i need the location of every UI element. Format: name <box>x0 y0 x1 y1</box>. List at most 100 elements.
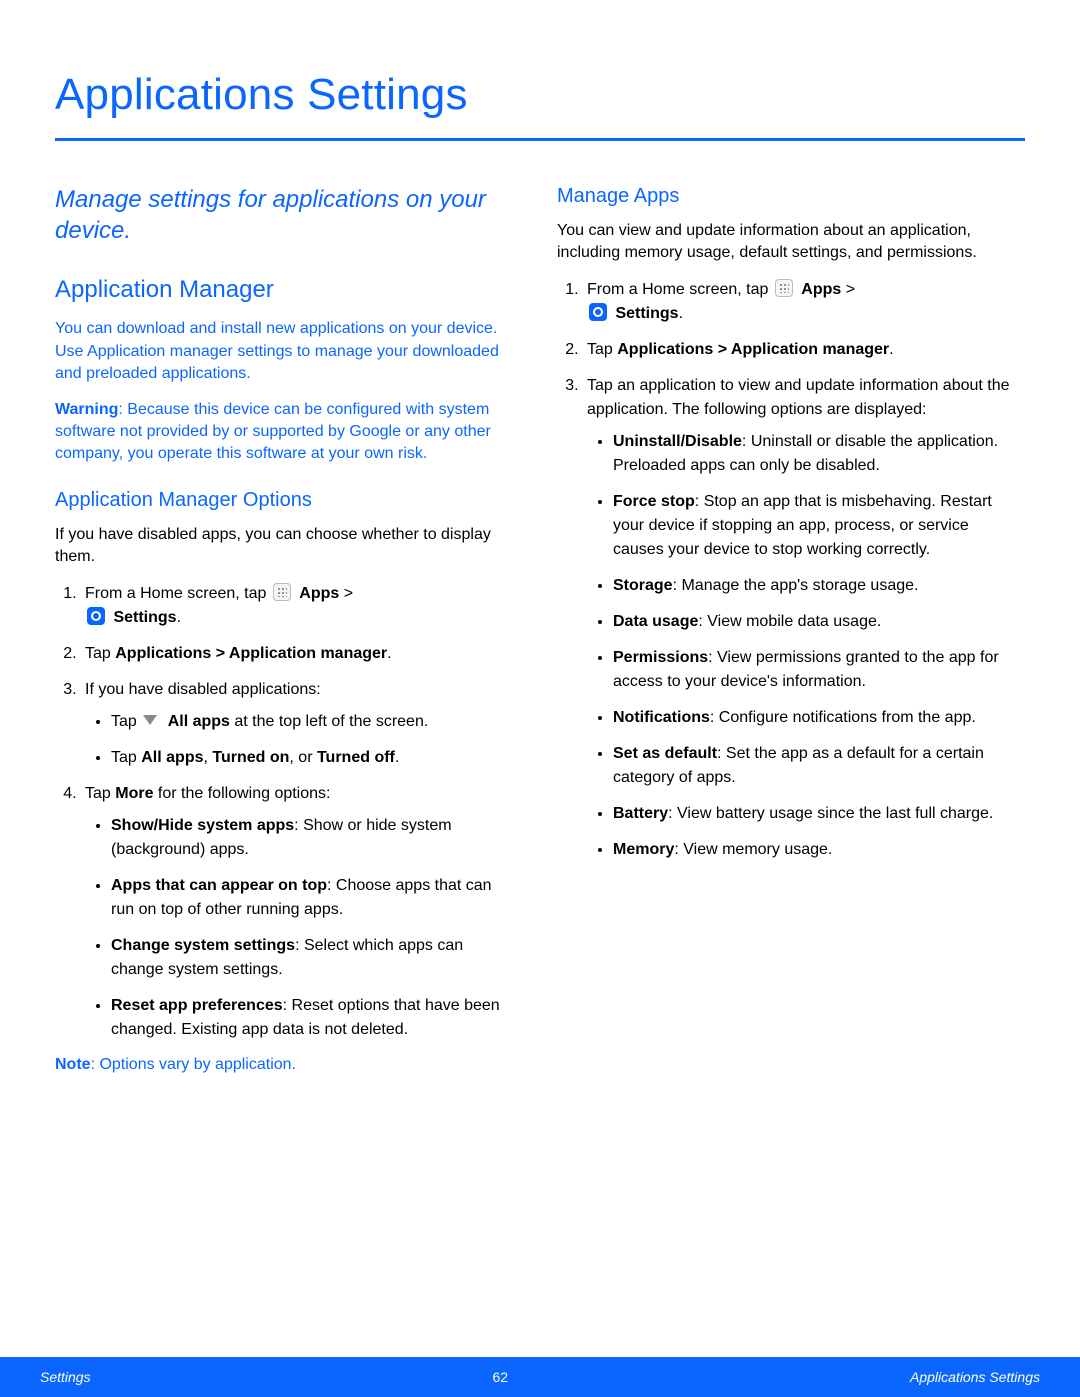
step1-text-a: From a Home screen, tap <box>85 585 271 602</box>
opt-storage: Storage: Manage the app's storage usage. <box>613 574 1017 598</box>
footer-left: Settings <box>40 1369 91 1385</box>
mo-change: Change system settings: Select which app… <box>111 934 515 982</box>
section-app-manager: Application Manager <box>55 276 515 304</box>
warning-label: Warning <box>55 401 118 418</box>
r-step-1: From a Home screen, tap Apps > Settings. <box>583 278 1017 326</box>
o6a: Notifications <box>613 709 710 726</box>
r-gt: > <box>841 281 855 298</box>
bullet-turned: Tap All apps, Turned on, or Turned off. <box>111 746 515 770</box>
b2d: Turned on <box>212 749 289 766</box>
o2a: Force stop <box>613 493 695 510</box>
warning-text: : Because this device can be configured … <box>55 401 491 462</box>
o3b: : Manage the app's storage usage. <box>673 577 919 594</box>
opt-battery: Battery: View battery usage since the la… <box>613 802 1017 826</box>
content-columns: Manage settings for applications on your… <box>55 185 1025 1074</box>
r-step-3: Tap an application to view and update in… <box>583 374 1017 862</box>
dropdown-icon <box>143 715 159 727</box>
step3-text: If you have disabled applications: <box>85 681 321 698</box>
r1a: From a Home screen, tap <box>587 281 773 298</box>
opt-notifications: Notifications: Configure notifications f… <box>613 706 1017 730</box>
step-3: If you have disabled applications: Tap A… <box>81 678 515 770</box>
opt-uninstall: Uninstall/Disable: Uninstall or disable … <box>613 430 1017 478</box>
page-title: Applications Settings <box>55 70 1025 138</box>
settings-label: Settings <box>113 609 176 626</box>
subsection-options: Application Manager Options <box>55 489 515 512</box>
step-4: Tap More for the following options: Show… <box>81 782 515 1042</box>
intro-text: Manage settings for applications on your… <box>55 185 515 246</box>
opt-memory: Memory: View memory usage. <box>613 838 1017 862</box>
step3-bullets: Tap All apps at the top left of the scre… <box>85 710 515 770</box>
settings-icon <box>87 607 105 625</box>
apps-label: Apps <box>299 585 339 602</box>
note-line: Note: Options vary by application. <box>55 1056 515 1074</box>
opt-permissions: Permissions: View permissions granted to… <box>613 646 1017 694</box>
s4b: More <box>115 785 153 802</box>
mo-ontop: Apps that can appear on top: Choose apps… <box>111 874 515 922</box>
app-manager-desc: You can download and install new applica… <box>55 318 515 384</box>
period2: . <box>387 645 391 662</box>
options-steps: From a Home screen, tap Apps > Settings.… <box>55 582 515 1042</box>
b1a: Tap <box>111 713 141 730</box>
b2b: All apps <box>141 749 203 766</box>
m2a: Apps that can appear on top <box>111 877 327 894</box>
gt: > <box>339 585 353 602</box>
period: . <box>177 609 181 626</box>
r-apps: Apps <box>801 281 841 298</box>
o9b: : View memory usage. <box>674 841 832 858</box>
o8b: : View battery usage since the last full… <box>668 805 993 822</box>
m4a: Reset app preferences <box>111 997 283 1014</box>
b2f: Turned off <box>317 749 395 766</box>
r2b: Applications > Application manager <box>617 341 889 358</box>
app-options-bullets: Uninstall/Disable: Uninstall or disable … <box>587 430 1017 862</box>
page-footer: Settings 62 Applications Settings <box>0 1357 1080 1397</box>
o5a: Permissions <box>613 649 708 666</box>
b2e: , or <box>289 749 317 766</box>
o8a: Battery <box>613 805 668 822</box>
mo-showhide: Show/Hide system apps: Show or hide syst… <box>111 814 515 862</box>
opt-default: Set as default: Set the app as a default… <box>613 742 1017 790</box>
more-options-bullets: Show/Hide system apps: Show or hide syst… <box>85 814 515 1042</box>
step2a: Tap <box>85 645 115 662</box>
opt-data: Data usage: View mobile data usage. <box>613 610 1017 634</box>
o4a: Data usage <box>613 613 698 630</box>
subsection-manage-apps: Manage Apps <box>557 185 1017 208</box>
note-label: Note <box>55 1056 91 1073</box>
b1c: at the top left of the screen. <box>230 713 428 730</box>
left-column: Manage settings for applications on your… <box>55 185 515 1074</box>
options-desc: If you have disabled apps, you can choos… <box>55 524 515 568</box>
b1b: All apps <box>168 713 230 730</box>
o4b: : View mobile data usage. <box>698 613 881 630</box>
warning-paragraph: Warning: Because this device can be conf… <box>55 399 515 465</box>
note-text: : Options vary by application. <box>91 1056 296 1073</box>
b2p: . <box>395 749 399 766</box>
step2b: Applications > Application manager <box>115 645 387 662</box>
o3a: Storage <box>613 577 673 594</box>
opt-forcestop: Force stop: Stop an app that is misbehav… <box>613 490 1017 562</box>
r3text: Tap an application to view and update in… <box>587 377 1010 418</box>
o7a: Set as default <box>613 745 717 762</box>
step-2: Tap Applications > Application manager. <box>81 642 515 666</box>
right-column: Manage Apps You can view and update info… <box>557 185 1017 1074</box>
footer-page-number: 62 <box>493 1369 509 1385</box>
r-period: . <box>679 305 683 322</box>
apps-icon <box>775 279 793 297</box>
r-step-2: Tap Applications > Application manager. <box>583 338 1017 362</box>
footer-right: Applications Settings <box>910 1369 1040 1385</box>
s4c: for the following options: <box>153 785 330 802</box>
step-1: From a Home screen, tap Apps > Settings. <box>81 582 515 630</box>
document-page: Applications Settings Manage settings fo… <box>0 0 1080 1397</box>
mo-reset: Reset app preferences: Reset options tha… <box>111 994 515 1042</box>
s4a: Tap <box>85 785 115 802</box>
o9a: Memory <box>613 841 674 858</box>
o6b: : Configure notifications from the app. <box>710 709 976 726</box>
manage-apps-desc: You can view and update information abou… <box>557 220 1017 264</box>
manage-apps-steps: From a Home screen, tap Apps > Settings.… <box>557 278 1017 862</box>
m3a: Change system settings <box>111 937 295 954</box>
r-settings: Settings <box>615 305 678 322</box>
r2p: . <box>889 341 893 358</box>
r2a: Tap <box>587 341 617 358</box>
title-divider <box>55 138 1025 141</box>
settings-icon <box>589 303 607 321</box>
bullet-allapps: Tap All apps at the top left of the scre… <box>111 710 515 734</box>
o1a: Uninstall/Disable <box>613 433 742 450</box>
